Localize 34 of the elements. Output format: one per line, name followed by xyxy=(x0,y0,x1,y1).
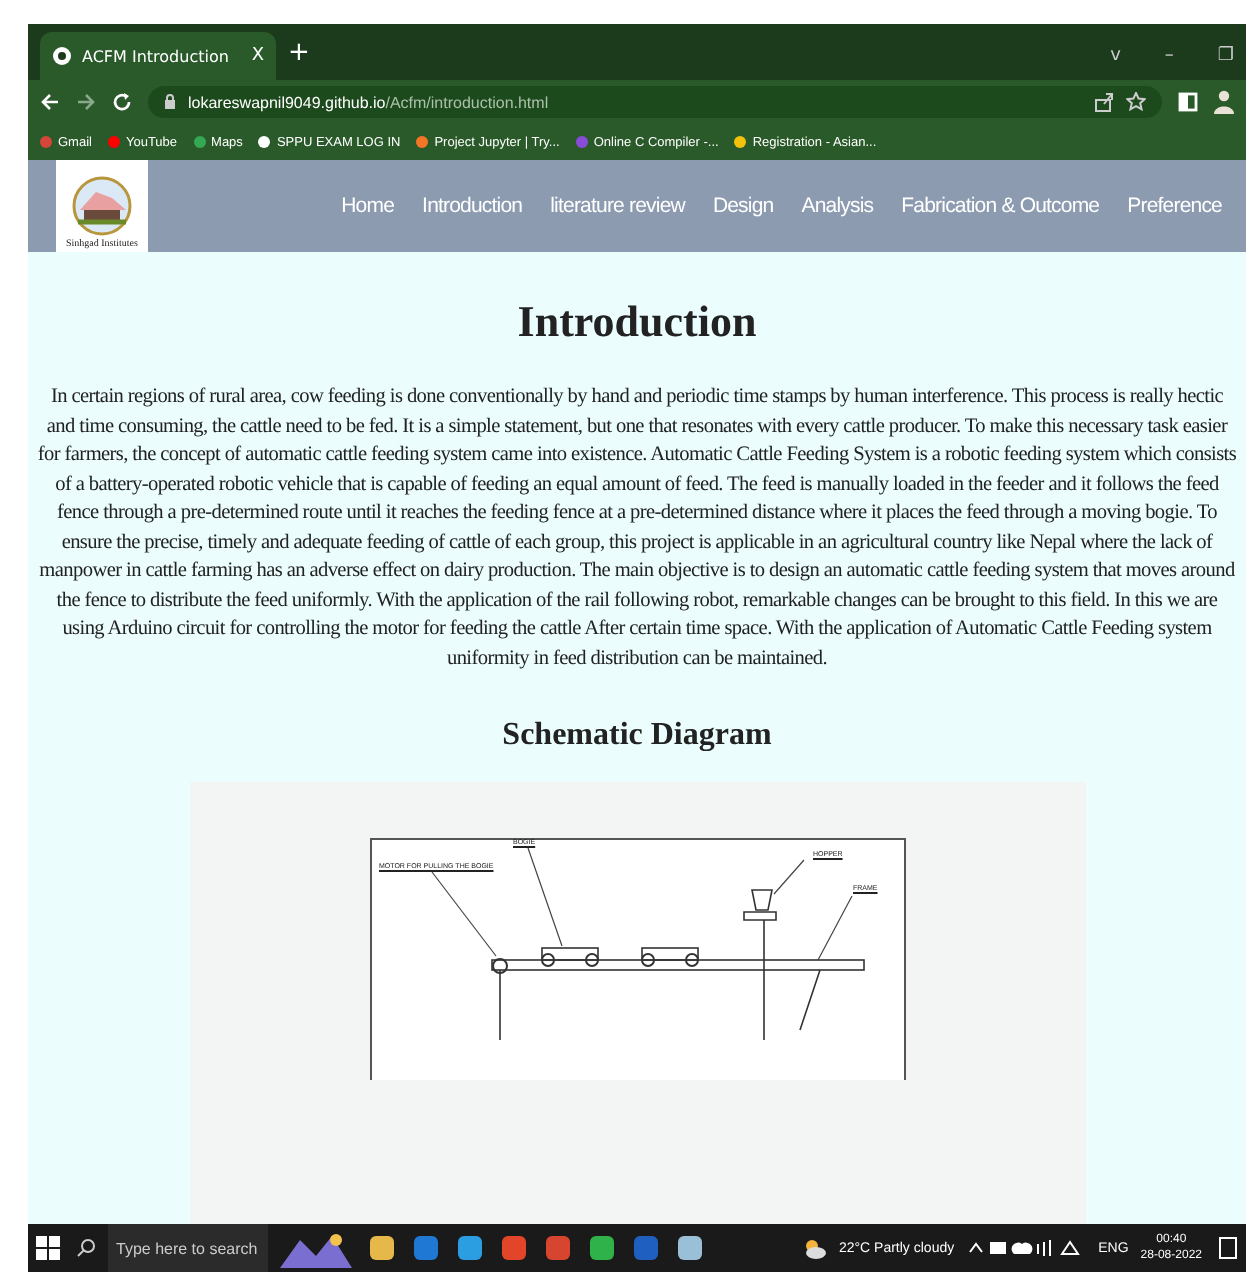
taskbar-search-field[interactable]: Type here to search xyxy=(108,1224,268,1272)
emblem-drawing xyxy=(68,175,136,235)
app-icon[interactable] xyxy=(676,1234,704,1262)
landscape-illustration-icon xyxy=(280,1228,352,1268)
back-icon[interactable] xyxy=(40,92,60,112)
windows-start-icon[interactable] xyxy=(36,1236,60,1260)
forward-icon[interactable] xyxy=(76,92,96,112)
new-tab-button[interactable]: + xyxy=(288,32,310,80)
section-heading: Schematic Diagram xyxy=(502,718,772,754)
address-field[interactable]: lokareswapnil9049.github.io/Acfm/introduction.html xyxy=(148,86,1162,118)
intro-paragraph: In certain regions of rural area, cow feeding is done conventionally by hand and periodic time stamps by human interference. This process is really hectic and time consuming, the cattle need to be fed. It is a simple statement, but one that resonates with every cattle producer. To make this necessary task easier for farmers, the concept of automatic cattle feeding system came into existence. Automatic Cattle Feeding System is a robotic feeding system which consists of a battery-operated robotic vehicle that is capable of feeding an equal amount of feed. The feed is manually loaded in the feeder and it follows the feed fence through a pre-determined route until it reaches the feeding fence at a pre-determined distance where it places the feed through a moving bogie. To ensure the precise, timely and adequate feeding of cattle of each group, this project is applicable in an agricultural country like Nepal where the lack of manpower in cattle farming has an adverse effect on dairy production. The main objective is to design an automatic cattle feeding system that moves around the fence to distribute the feed uniformly. With the application of the rail following robot, remarkable changes can be brought to this field. In this we are using Arduino circuit for controlling the motor for feeding the cattle After certain time space. With the application of Automatic Cattle Feeding system uniformity in feed distribution can be maintained. xyxy=(35,384,1239,673)
app-icon[interactable] xyxy=(544,1234,572,1262)
tab-title: ACFM Introduction xyxy=(82,47,231,65)
share-icon[interactable] xyxy=(1094,92,1114,112)
window-control[interactable]: – xyxy=(1164,46,1174,66)
url-text: lokareswapnil9049.github.io/Acfm/introduction.html xyxy=(188,93,551,111)
lock-icon xyxy=(164,94,176,110)
app-icon[interactable] xyxy=(456,1234,484,1262)
sidebar-icon[interactable] xyxy=(1178,92,1198,112)
browser-tab[interactable]: ACFM Introduction X xyxy=(40,32,276,80)
window-control[interactable]: v xyxy=(1110,46,1121,66)
app-icon[interactable] xyxy=(588,1234,616,1262)
profile-avatar-icon[interactable] xyxy=(1214,90,1234,114)
weather-cloud-icon xyxy=(802,1236,827,1260)
app-icon[interactable] xyxy=(412,1234,440,1262)
star-icon[interactable] xyxy=(1126,92,1146,112)
tab-close-button[interactable]: X xyxy=(251,46,264,66)
reload-icon[interactable] xyxy=(112,92,132,112)
app-icon[interactable] xyxy=(500,1234,528,1262)
page-heading: Introduction xyxy=(517,296,757,348)
window-control[interactable]: ❐ xyxy=(1217,46,1234,66)
app-icon[interactable] xyxy=(368,1234,396,1262)
notification-icon[interactable] xyxy=(1218,1236,1238,1260)
search-icon xyxy=(76,1238,96,1258)
